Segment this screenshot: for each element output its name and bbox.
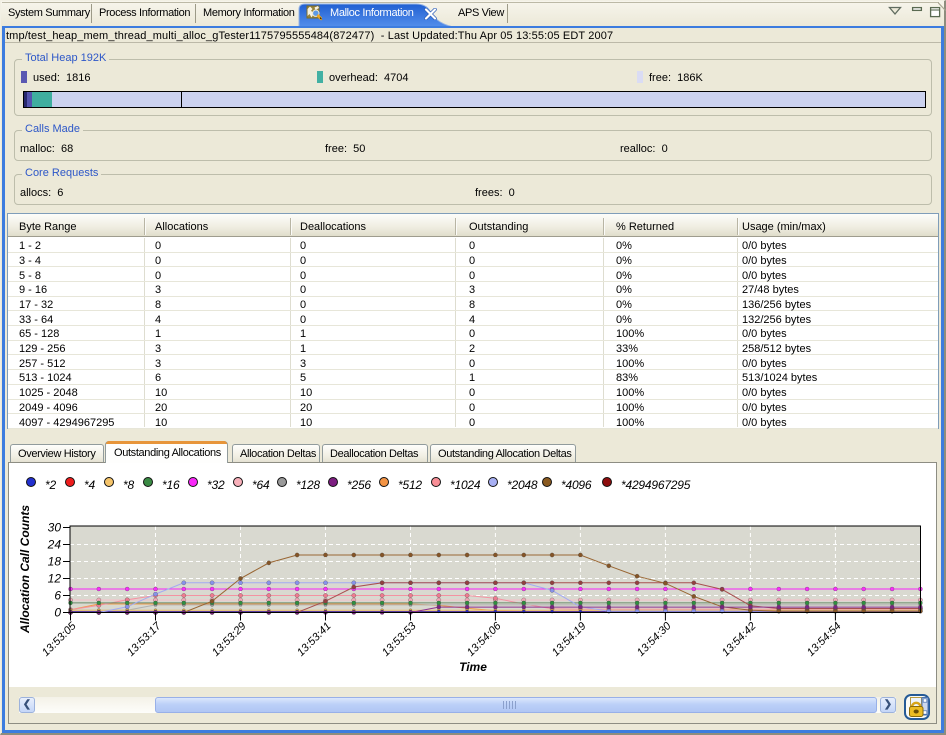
- svg-text:24: 24: [47, 538, 62, 552]
- svg-text:13:53:05: 13:53:05: [40, 620, 79, 659]
- svg-text:6: 6: [54, 589, 61, 603]
- svg-text:13:53:53: 13:53:53: [380, 620, 419, 659]
- svg-text:12: 12: [48, 572, 62, 586]
- svg-text:Time: Time: [459, 660, 487, 674]
- svg-text:13:54:19: 13:54:19: [550, 620, 589, 659]
- svg-text:18: 18: [48, 555, 62, 569]
- svg-text:13:53:29: 13:53:29: [210, 620, 249, 659]
- svg-text:13:54:30: 13:54:30: [635, 620, 674, 659]
- svg-text:13:54:54: 13:54:54: [805, 620, 844, 659]
- svg-text:Allocation Call Counts: Allocation Call Counts: [18, 505, 32, 634]
- svg-text:13:53:41: 13:53:41: [295, 620, 334, 659]
- svg-text:13:54:06: 13:54:06: [465, 620, 504, 659]
- svg-text:0: 0: [54, 606, 61, 620]
- svg-text:13:53:17: 13:53:17: [125, 620, 164, 659]
- svg-text:13:54:42: 13:54:42: [720, 620, 759, 659]
- svg-text:30: 30: [48, 521, 62, 535]
